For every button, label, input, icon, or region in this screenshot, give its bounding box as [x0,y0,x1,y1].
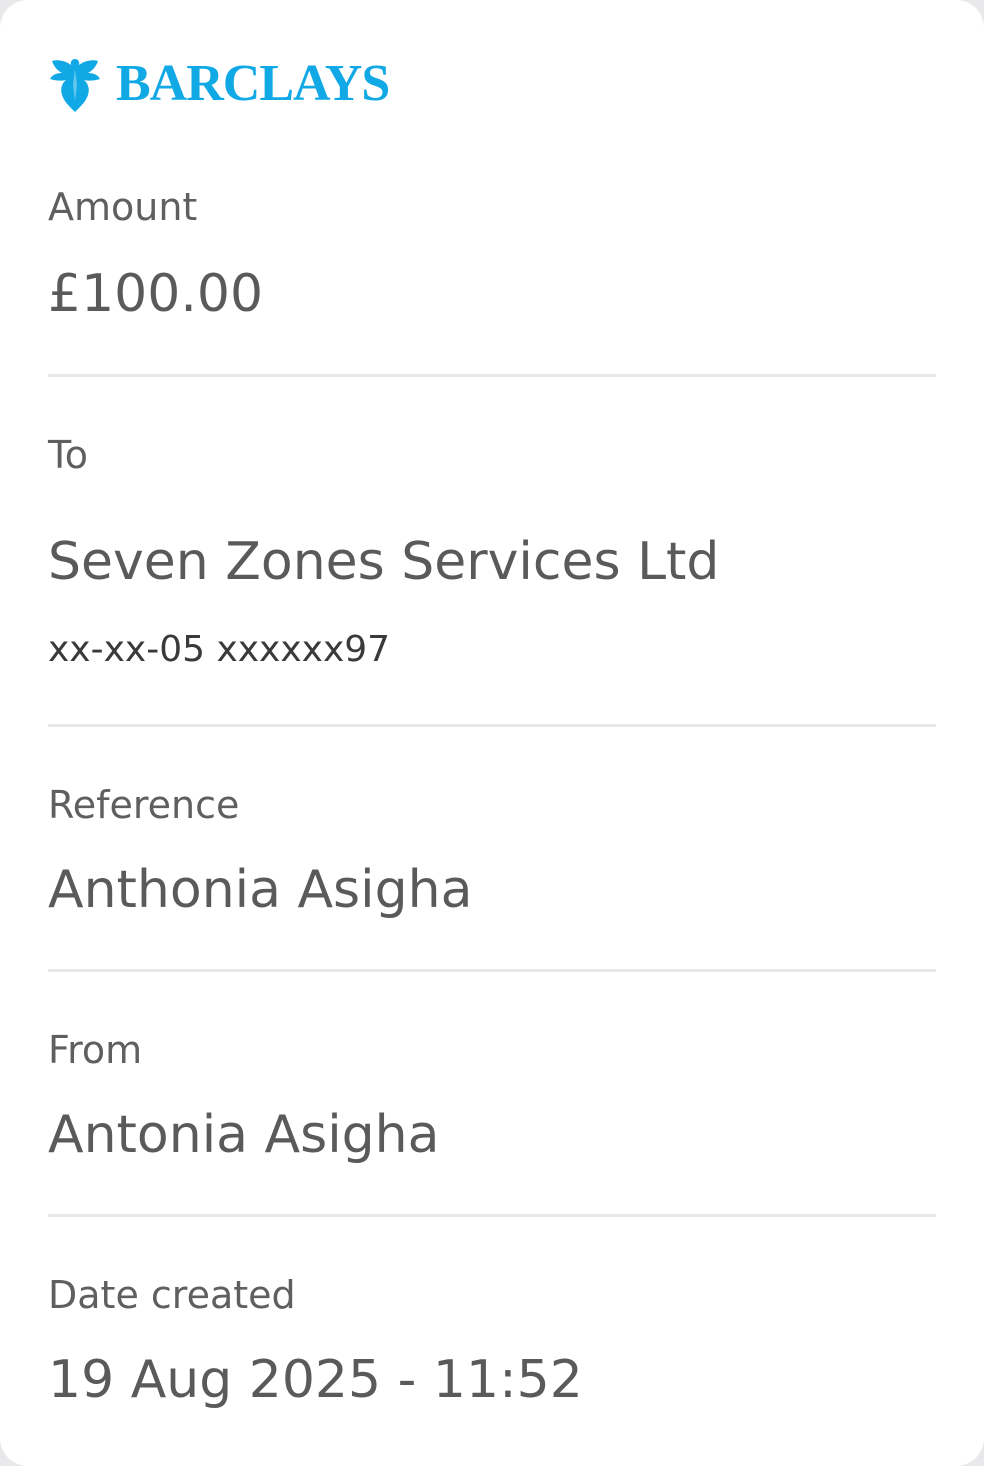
reference-label: Reference [48,783,240,827]
sender-value: Antonia Asigha [48,1105,440,1165]
reference-value: Anthonia Asigha [48,860,473,920]
recipient-name: Seven Zones Services Ltd [48,532,720,592]
divider [48,1214,936,1217]
barclays-logo: BARCLAYS [48,54,390,114]
divider [48,969,936,972]
payment-receipt-card: BARCLAYS Amount £100.00 To Seven Zones S… [0,0,984,1466]
amount-value: £100.00 [48,264,264,324]
divider [48,374,936,377]
recipient-account: xx-xx-05 xxxxxx97 [48,629,391,670]
eagle-icon [50,59,100,112]
amount-label: Amount [48,185,198,229]
date-created-value: 19 Aug 2025 - 11:52 [48,1350,583,1410]
divider [48,724,936,727]
sender-label: From [48,1028,143,1072]
brand-name: BARCLAYS [116,55,390,112]
date-created-label: Date created [48,1273,296,1317]
recipient-label: To [48,433,89,477]
